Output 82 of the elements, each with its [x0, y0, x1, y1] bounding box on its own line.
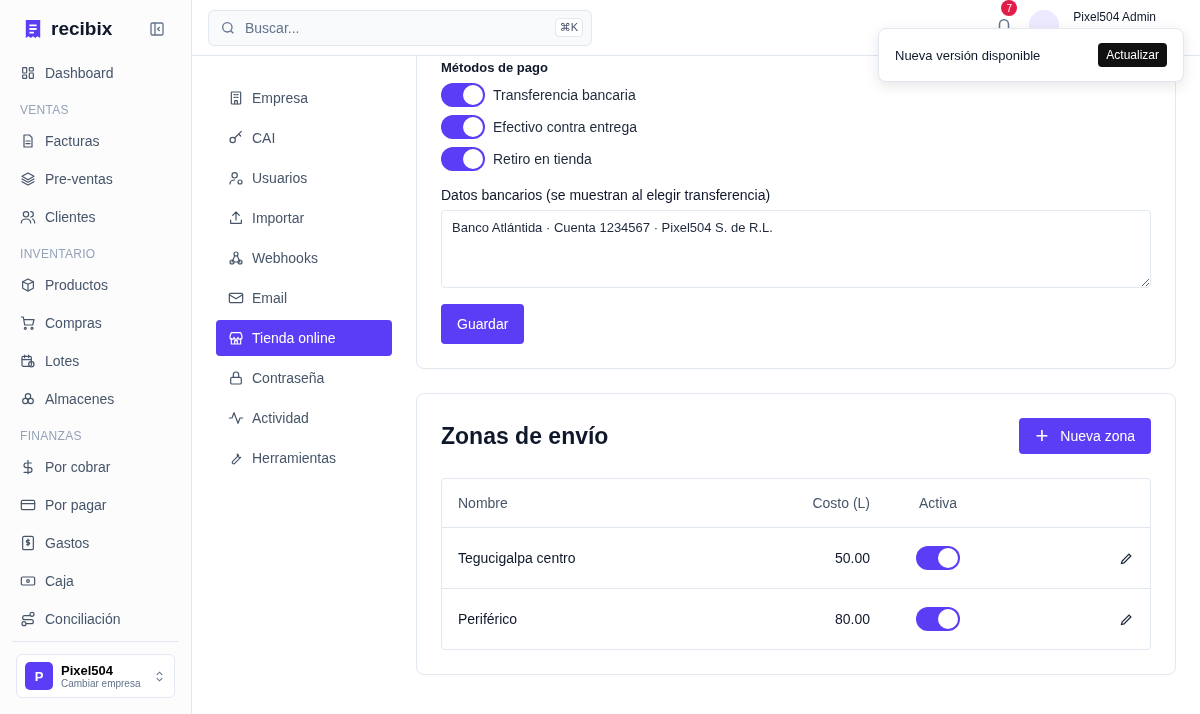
column-header: Nombre — [458, 495, 509, 511]
chevron-up-down-icon — [153, 669, 166, 683]
company-avatar: P — [25, 662, 53, 690]
sidebar-item[interactable]: Compras — [12, 304, 179, 342]
mail-icon — [228, 290, 244, 306]
new-zone-button[interactable]: + Nueva zona — [1019, 418, 1151, 454]
sidebar-item[interactable]: Gastos — [12, 524, 179, 562]
dashboard-icon — [20, 65, 36, 81]
logo-icon — [24, 19, 42, 39]
sidebar-item[interactable]: Almacenes — [12, 380, 179, 418]
table-cell-text: 80.00 — [833, 611, 870, 627]
calendar-clock-icon — [20, 353, 36, 369]
table-cell-text: 50.00 — [833, 550, 870, 566]
cart-icon — [20, 315, 36, 331]
receipt-icon — [20, 535, 36, 551]
company-subtitle: Cambiar empresa — [61, 678, 142, 689]
settings-tab[interactable]: Usuarios — [216, 160, 392, 196]
column-header: Activa — [917, 495, 959, 511]
settings-tab[interactable]: Email — [216, 280, 392, 316]
toggle-label: Retiro en tienda — [493, 151, 592, 167]
brand-name: recibix — [51, 18, 114, 40]
company-switcher[interactable]: P Pixel504 Cambiar empresa — [16, 654, 175, 698]
toast-message: Nueva versión disponible — [895, 47, 1041, 63]
circles-icon — [20, 391, 36, 407]
package-icon — [20, 277, 36, 293]
sidebar-item[interactable]: Productos — [12, 266, 179, 304]
user-name[interactable]: Pixel504 Admin — [1073, 10, 1156, 24]
section-heading: FINANZAS — [19, 428, 83, 445]
section-heading: VENTAS — [19, 102, 70, 119]
sidebar-item[interactable]: Dashboard — [12, 54, 179, 92]
toggle-switch[interactable] — [916, 607, 960, 631]
sidebar-item[interactable]: Pre-ventas — [12, 160, 179, 198]
settings-tab[interactable]: Empresa — [216, 80, 392, 116]
table-cell-text: Periférico — [458, 611, 519, 627]
sidebar-item[interactable]: Facturas — [12, 122, 179, 160]
banknote-icon — [20, 573, 36, 589]
sidebar-item[interactable]: Clientes — [12, 198, 179, 236]
toggle-switch[interactable] — [916, 546, 960, 570]
sidebar-toggle-icon[interactable] — [149, 21, 165, 37]
section-heading: INVENTARIO — [19, 246, 97, 263]
company-name: Pixel504 — [61, 663, 115, 678]
bank-details-field[interactable]: Banco Atlántida · Cuenta 1234567 · Pixel504 S. de R.L. — [441, 210, 1151, 288]
upload-icon — [228, 210, 244, 226]
section-title: Zonas de envío — [441, 422, 609, 450]
settings-tab[interactable]: Contraseña — [216, 360, 392, 396]
route-icon — [20, 611, 36, 627]
update-button[interactable]: Actualizar — [1098, 43, 1167, 67]
lock-icon — [228, 370, 244, 386]
layers-icon — [20, 171, 36, 187]
field-label: Datos bancarios (se muestran al elegir transferencia) — [441, 187, 772, 203]
dollar-icon — [20, 459, 36, 475]
sidebar-item[interactable]: Lotes — [12, 342, 179, 380]
document-icon — [20, 133, 36, 149]
settings-tab[interactable]: Tienda online — [216, 320, 392, 356]
users-icon — [20, 209, 36, 225]
sidebar-item[interactable]: Por pagar — [12, 486, 179, 524]
sidebar-item[interactable]: Conciliación — [12, 600, 179, 638]
toggle-label: Transferencia bancaria — [493, 87, 636, 103]
webhook-icon — [228, 250, 244, 266]
sidebar-item[interactable]: Por cobrar — [12, 448, 179, 486]
search-icon — [220, 19, 236, 36]
sidebar-item[interactable]: Caja — [12, 562, 179, 600]
settings-tab[interactable]: Actividad — [216, 400, 392, 436]
user-icon — [228, 170, 244, 186]
key-icon — [228, 130, 244, 146]
toggle-switch[interactable] — [441, 83, 485, 107]
store-icon — [228, 330, 244, 346]
toggle-label: Efectivo contra entrega — [493, 119, 637, 135]
column-header: Costo (L) — [811, 495, 870, 511]
save-button[interactable]: Guardar — [441, 304, 525, 344]
activity-icon — [228, 410, 244, 426]
settings-tab[interactable]: CAI — [216, 120, 392, 156]
notification-badge: 7 — [1001, 0, 1018, 16]
credit-card-icon — [20, 497, 36, 513]
settings-tab[interactable]: Importar — [216, 200, 392, 236]
settings-tab[interactable]: Herramientas — [216, 440, 392, 476]
building-icon — [228, 90, 244, 106]
toggle-switch[interactable] — [441, 115, 485, 139]
settings-tab[interactable]: Webhooks — [216, 240, 392, 276]
toggle-switch[interactable] — [441, 147, 485, 171]
section-title: Métodos de pago — [441, 59, 548, 75]
table-cell-text: Tegucigalpa centro — [458, 550, 577, 566]
